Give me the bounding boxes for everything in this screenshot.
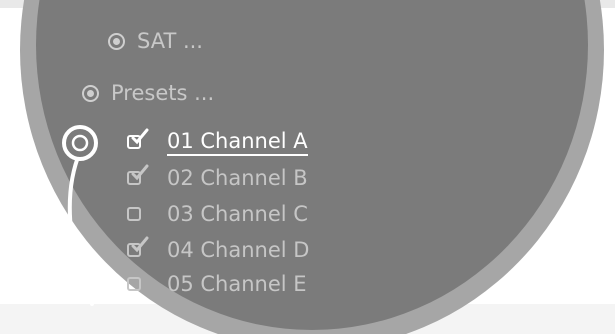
channel-row-c[interactable]: 03 Channel C	[127, 196, 308, 232]
channel-label: 03 Channel C	[167, 202, 308, 226]
menu-item-label: SAT ...	[137, 29, 203, 53]
menu-item-sat[interactable]: SAT ...	[108, 24, 203, 58]
channel-row-a[interactable]: 01 Channel A	[127, 124, 308, 160]
checkmark-icon	[131, 164, 149, 181]
channel-label: 01 Channel A	[167, 129, 308, 156]
checkbox-unchecked-icon[interactable]	[127, 277, 141, 291]
radio-icon	[108, 32, 125, 50]
menu-item-label: Presets ...	[111, 81, 215, 105]
channel-label: 05 Channel E	[167, 272, 307, 296]
channel-label: 02 Channel B	[167, 166, 308, 190]
checkbox-checked-icon[interactable]	[127, 236, 149, 257]
idrive-screen: SAT ... Presets ... 01 Channel A 02 Chan…	[0, 0, 615, 334]
menu-item-presets[interactable]: Presets ...	[82, 76, 214, 110]
channel-row-d[interactable]: 04 Channel D	[127, 232, 309, 268]
checkbox-unchecked-icon[interactable]	[127, 207, 141, 221]
checkbox-checked-icon[interactable]	[127, 164, 149, 185]
checkmark-icon	[131, 128, 149, 145]
radio-icon	[82, 84, 99, 102]
channel-label: 04 Channel D	[167, 238, 310, 262]
channel-row-b[interactable]: 02 Channel B	[127, 160, 308, 196]
checkmark-icon	[131, 236, 149, 253]
checkbox-checked-icon[interactable]	[127, 128, 149, 149]
channel-row-e[interactable]: 05 Channel E	[127, 266, 307, 302]
